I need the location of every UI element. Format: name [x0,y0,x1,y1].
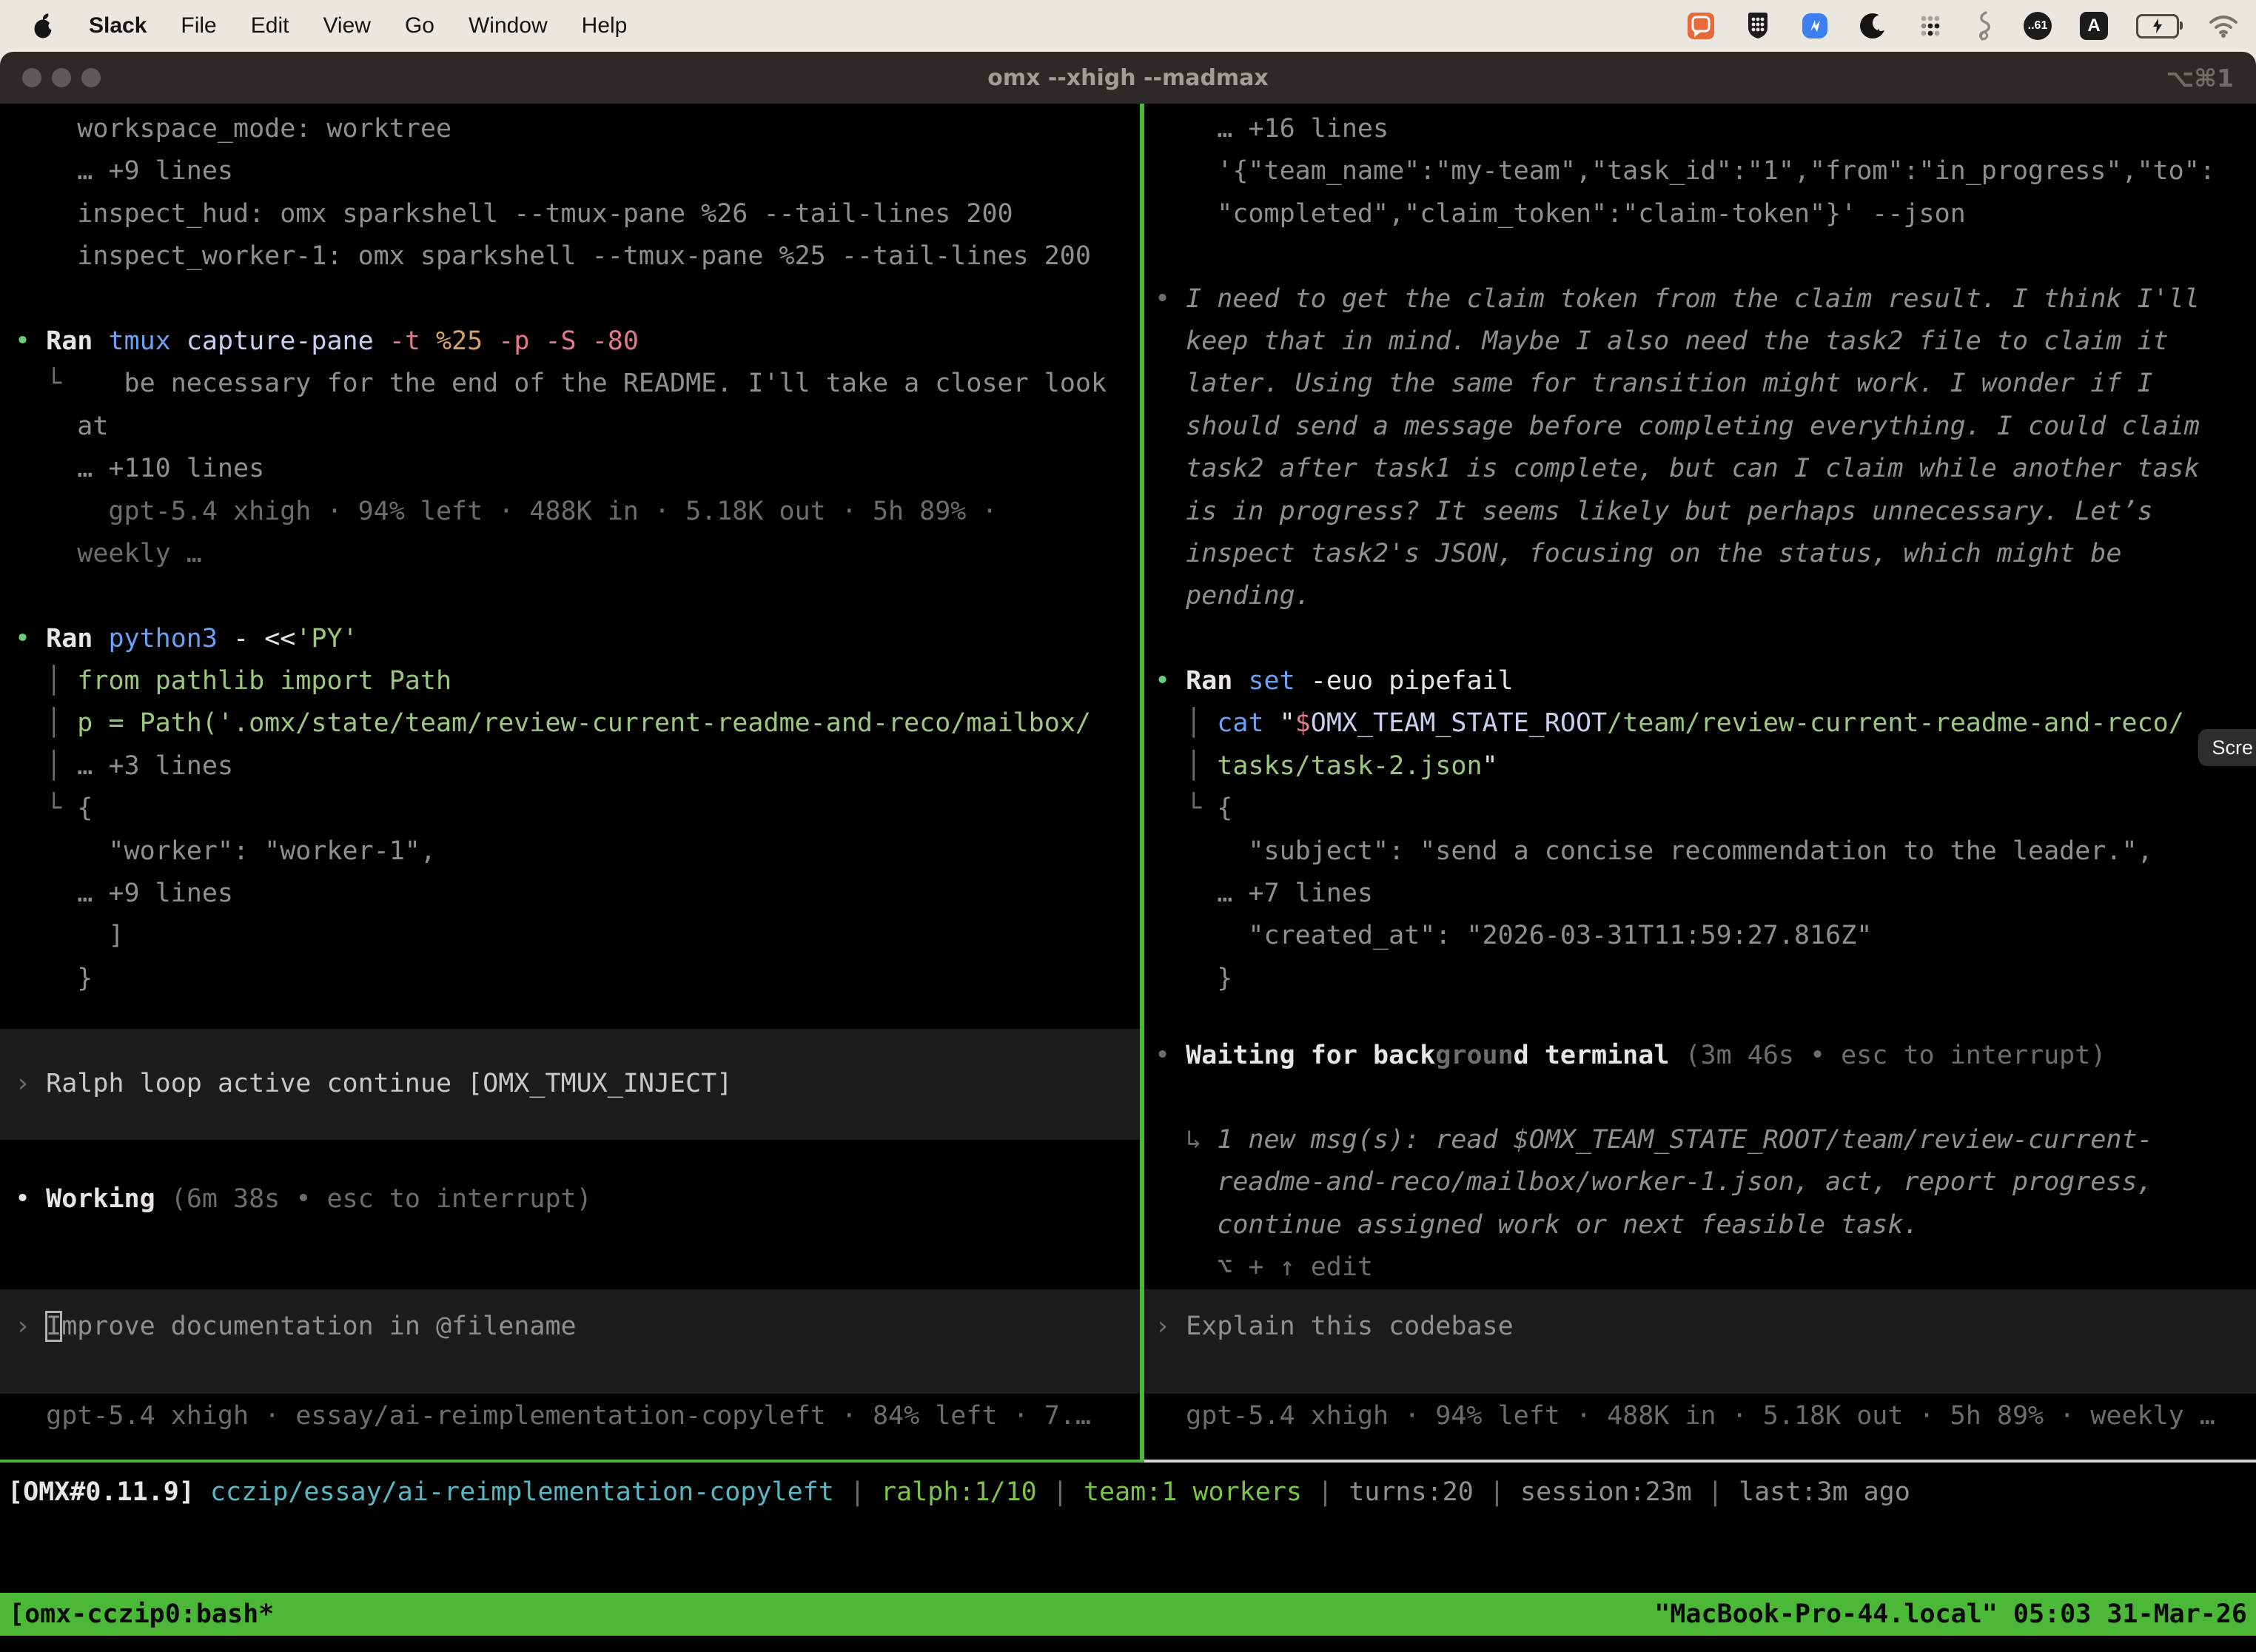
tmux-status-bar: [omx-cczip0:bash* "MacBook-Pro-44.local"… [0,1593,2256,1636]
squiggle-icon[interactable] [1973,10,1995,41]
terminal-line: … +16 lines [1144,108,2256,150]
terminal-line [1144,618,2256,660]
window-shortcut-badge: ⌥⌘1 [2166,64,2234,93]
terminal-line: • Ran set -euo pipefail [1144,660,2256,702]
right-prompt-input[interactable]: › Explain this codebase [1144,1289,2256,1394]
chat-app-icon[interactable] [1686,11,1716,41]
terminal-line: inspect task2's JSON, focusing on the st… [1144,533,2256,575]
terminal-line: "created_at": "2026-03-31T11:59:27.816Z" [1144,915,2256,957]
menu-bar: Slack File Edit View Go Window Help [0,0,2256,52]
terminal-line [0,575,1140,617]
ralph-loop-banner: › Ralph loop active continue [OMX_TMUX_I… [0,1029,1140,1140]
terminal-line: task2 after task1 is complete, but can I… [1144,448,2256,490]
menu-item-go[interactable]: Go [405,13,434,38]
window-title: omx --xhigh --madmax [0,65,2256,91]
terminal-line: └ be necessary for the end of the README… [0,363,1140,405]
keyboard-layout-icon[interactable]: A [2080,12,2108,40]
terminal-line: │ cat "$OMX_TEAM_STATE_ROOT/team/review-… [1144,702,2256,745]
wifi-icon[interactable] [2207,13,2240,38]
tmux-session-label: [omx-cczip0:bash* [9,1599,274,1629]
tmux-host-clock-label: "MacBook-Pro-44.local" 05:03 31-Mar-26 [1654,1599,2247,1629]
right-pane-statusline: gpt-5.4 xhigh · 94% left · 488K in · 5.1… [1144,1395,2256,1437]
menu-item-file[interactable]: File [181,13,216,38]
menu-item-slack[interactable]: Slack [89,13,147,38]
ralph-loop-text: › Ralph loop active continue [OMX_TMUX_I… [0,1063,732,1105]
left-prompt-text: › Improve documentation in @filename [0,1306,1140,1348]
terminal-line: └ { [0,788,1140,830]
terminal-line: • Ran tmux capture-pane -t %25 -p -S -80 [0,320,1140,363]
terminal-line: … +110 lines [0,448,1140,490]
terminal-line: at [0,406,1140,448]
left-pane[interactable]: workspace_mode: worktree … +9 lines insp… [0,104,1140,1460]
terminal-line: • I need to get the claim token from the… [1144,278,2256,320]
terminal-line: readme-and-reco/mailbox/worker-1.json, a… [1144,1161,2256,1203]
terminal-line: pending. [1144,575,2256,617]
working-status: • Working (6m 38s • esc to interrupt) [0,1178,1140,1220]
screen-tooltip-label: Scre [2212,736,2253,759]
menu-item-edit[interactable]: Edit [251,13,289,38]
terminal-line: continue assigned work or next feasible … [1144,1204,2256,1246]
waiting-status: • Waiting for background terminal (3m 46… [1144,1035,2256,1077]
left-prompt-input[interactable]: › Improve documentation in @filename [0,1289,1140,1394]
terminal-line: is in progress? It seems likely but perh… [1144,491,2256,533]
terminal-line: should send a message before completing … [1144,406,2256,448]
apple-logo-icon[interactable] [33,13,55,39]
terminal-line: "subject": "send a concise recommendatio… [1144,830,2256,873]
terminal-line: ⌥ + ↑ edit [1144,1246,2256,1289]
menu-item-help[interactable]: Help [582,13,628,38]
left-pane-bottom-border [0,1460,1144,1463]
menu-item-window[interactable]: Window [469,13,548,38]
terminal-line: └ { [1144,788,2256,830]
shield-grid-icon[interactable] [1744,11,1772,41]
terminal-line: inspect_worker-1: omx sparkshell --tmux-… [0,235,1140,278]
right-prompt-text: › Explain this codebase [1144,1306,2256,1348]
terminal-line: '{"team_name":"my-team","task_id":"1","f… [1144,150,2256,192]
menu-item-view[interactable]: View [323,13,370,38]
terminal-line: } [1144,958,2256,1000]
terminal-line: │ tasks/task-2.json" [1144,745,2256,788]
battery-icon[interactable] [2136,14,2179,38]
right-pane[interactable]: … +16 lines '{"team_name":"my-team","tas… [1144,104,2256,1460]
terminal-line: ] [0,915,1140,957]
percent-badge-icon[interactable]: ..61 [2024,12,2052,40]
spark-badge-icon[interactable] [1800,11,1830,41]
terminal-line [0,278,1140,320]
terminal-line: later. Using the same for transition mig… [1144,363,2256,405]
zoom-button[interactable] [81,68,101,87]
terminal-line: "completed","claim_token":"claim-token"}… [1144,193,2256,235]
left-pane-output: workspace_mode: worktree … +9 lines insp… [0,104,1140,1000]
left-pane-statusline: gpt-5.4 xhigh · essay/ai-reimplementatio… [0,1395,1140,1437]
close-button[interactable] [22,68,41,87]
crescent-icon[interactable] [1858,11,1887,41]
terminal-window: workspace_mode: worktree … +9 lines insp… [0,104,2256,1652]
screen-tooltip: Scre [2198,729,2256,766]
mailbox-message-block: ↳ 1 new msg(s): read $OMX_TEAM_STATE_ROO… [1144,1119,2256,1289]
window-title-bar: omx --xhigh --madmax ⌥⌘1 [0,52,2256,104]
terminal-line: ↳ 1 new msg(s): read $OMX_TEAM_STATE_ROO… [1144,1119,2256,1161]
terminal-line: inspect_hud: omx sparkshell --tmux-pane … [0,193,1140,235]
terminal-line: │ from pathlib import Path [0,660,1140,702]
omx-status-line: [OMX#0.11.9] cczip/essay/ai-reimplementa… [0,1471,2256,1514]
terminal-line: weekly … [0,533,1140,575]
menu-bar-status-icons: ..61 A [1686,10,2240,41]
terminal-line: • Ran python3 - <<'PY' [0,618,1140,660]
terminal-line [1144,235,2256,278]
terminal-line: "worker": "worker-1", [0,830,1140,873]
terminal-line: workspace_mode: worktree [0,108,1140,150]
traffic-lights [22,68,101,87]
terminal-line: } [0,958,1140,1000]
minimize-button[interactable] [52,68,71,87]
terminal-line: │ … +3 lines [0,745,1140,788]
dots-grid-icon[interactable] [1916,11,1945,41]
terminal-line: … +9 lines [0,873,1140,915]
terminal-line: │ p = Path('.omx/state/team/review-curre… [0,702,1140,745]
right-pane-bottom-border [1144,1460,2256,1463]
terminal-line: … +7 lines [1144,873,2256,915]
right-pane-output: … +16 lines '{"team_name":"my-team","tas… [1144,104,2256,1000]
terminal-line: … +9 lines [0,150,1140,192]
terminal-line: gpt-5.4 xhigh · 94% left · 488K in · 5.1… [0,491,1140,533]
terminal-line: keep that in mind. Maybe I also need the… [1144,320,2256,363]
